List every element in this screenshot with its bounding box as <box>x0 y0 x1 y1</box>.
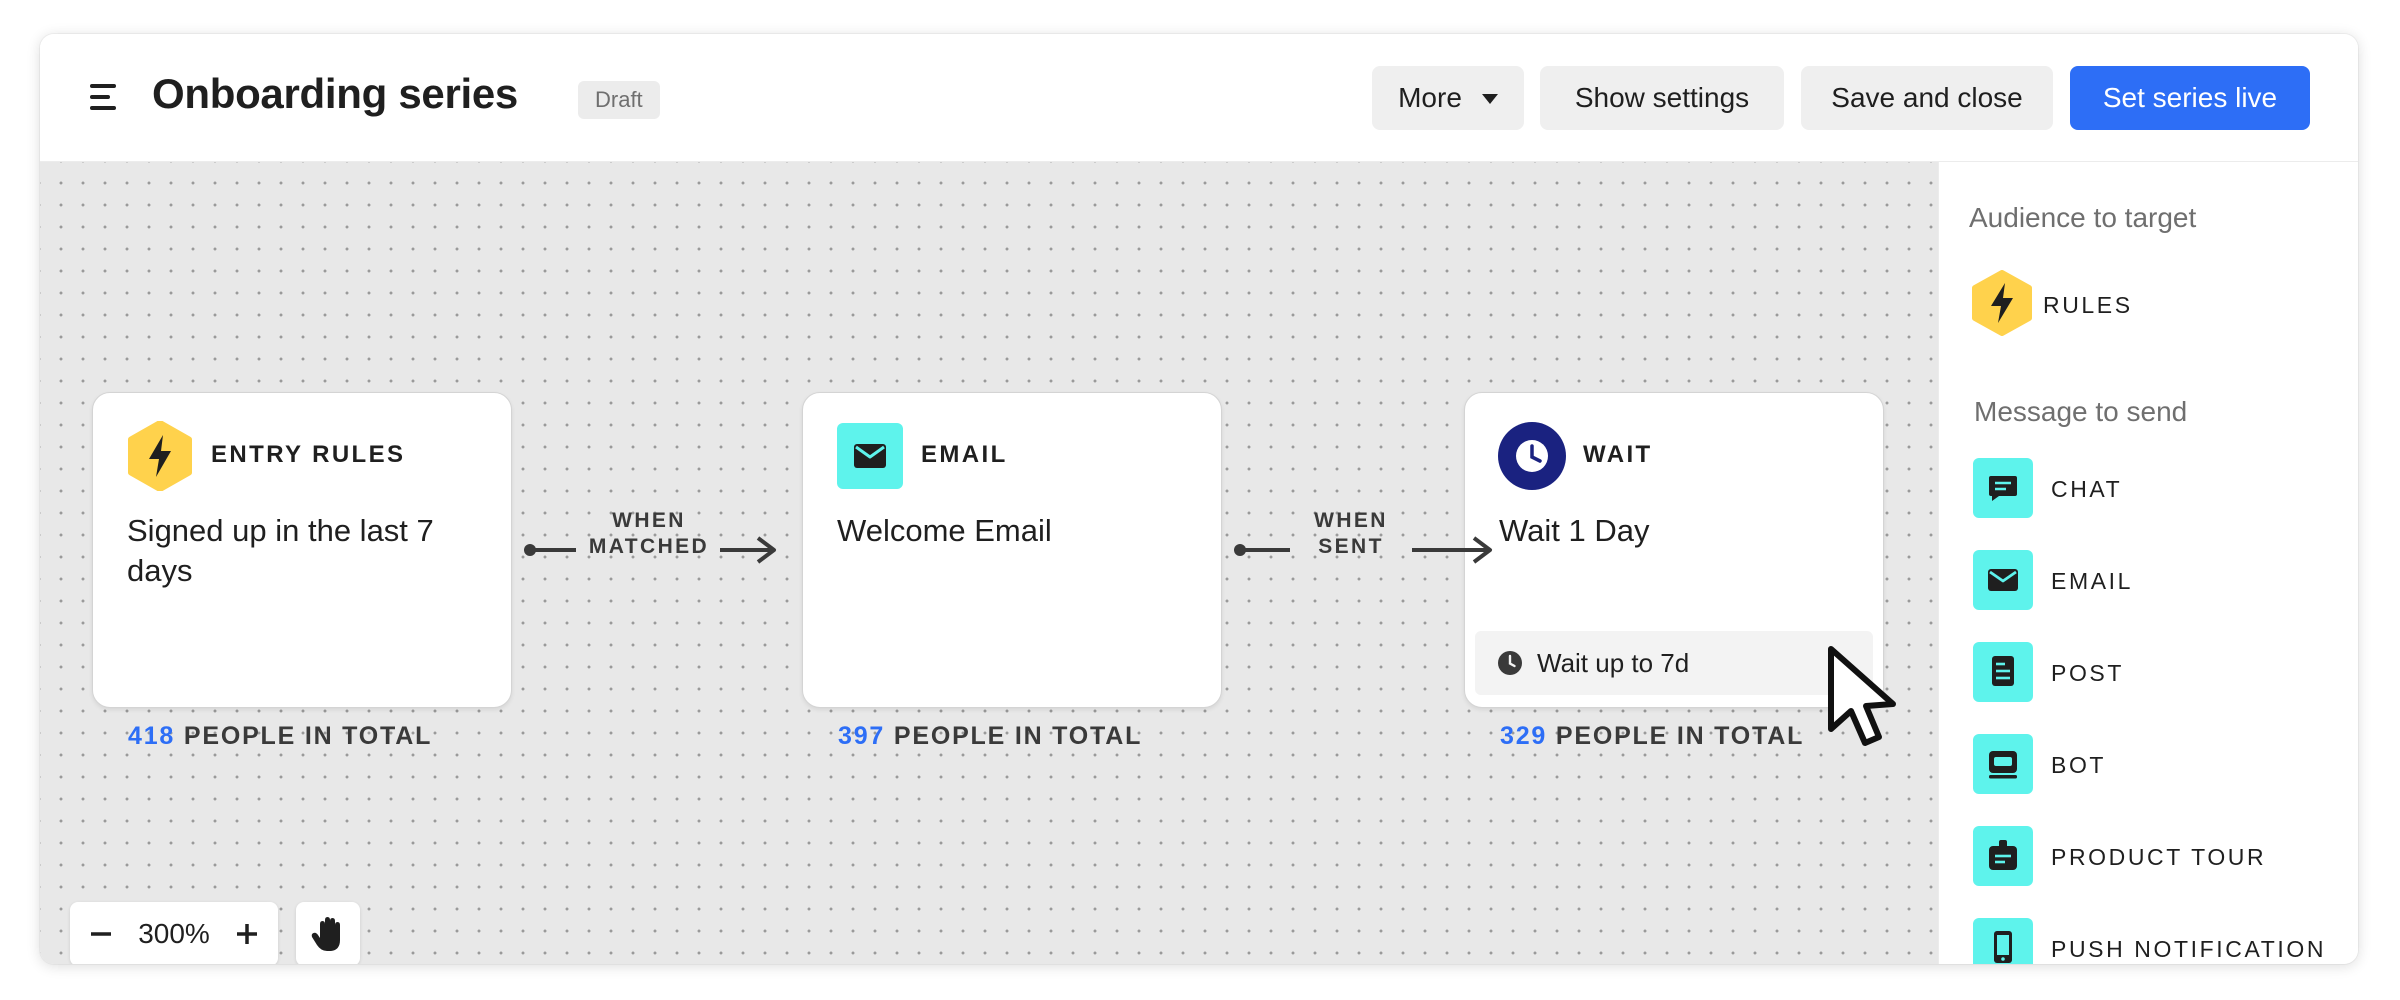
node-type-label: WAIT <box>1583 441 1653 468</box>
bot-icon <box>1973 734 2033 794</box>
series-canvas[interactable]: ENTRY RULES Signed up in the last 7 days… <box>40 162 1938 964</box>
envelope-icon <box>1973 550 2033 610</box>
zoom-in-button[interactable] <box>222 902 272 964</box>
node-email[interactable]: EMAIL Welcome Email <box>802 392 1222 708</box>
product-tour-icon-glyph <box>1989 840 2017 870</box>
people-count-label: PEOPLE IN TOTAL <box>183 722 433 750</box>
panel-item-label: BOT <box>2051 752 2107 778</box>
mobile-icon <box>1973 918 2033 964</box>
panel-item-label: RULES <box>2043 292 2133 318</box>
save-and-close-button[interactable]: Save and close <box>1801 66 2053 130</box>
connector-when-matched[interactable]: WHEN MATCHED <box>520 509 790 570</box>
show-settings-button[interactable]: Show settings <box>1540 66 1784 130</box>
panel-item-chat[interactable]: CHAT <box>1973 458 2333 520</box>
people-count: 397 PEOPLE IN TOTAL <box>838 722 1142 751</box>
page-title: Onboarding series <box>152 70 518 117</box>
panel-item-label: PUSH NOTIFICATION <box>2051 936 2327 962</box>
people-count: 329 PEOPLE IN TOTAL <box>1500 722 1804 751</box>
node-wait[interactable]: WAIT Wait 1 Day Wait up to 7d <box>1464 392 1884 708</box>
zoom-out-button[interactable] <box>76 902 126 964</box>
connector-label-line: MATCHED <box>588 535 710 558</box>
panel-item-bot[interactable]: BOT <box>1973 734 2333 796</box>
node-type-label: ENTRY RULES <box>211 441 406 468</box>
more-button[interactable]: More <box>1372 66 1524 130</box>
wait-limit-text: Wait up to 7d <box>1537 648 1690 678</box>
connector-label-line: SENT <box>1318 535 1384 558</box>
message-section-title: Message to send <box>1974 396 2188 427</box>
audience-section-title: Audience to target <box>1969 202 2197 233</box>
chat-icon-glyph <box>1989 476 2017 501</box>
clock-icon <box>1498 422 1566 490</box>
panel-item-label: EMAIL <box>2051 568 2134 594</box>
connector-when-sent[interactable]: WHEN SENT <box>1230 509 1500 570</box>
chat-icon <box>1973 458 2033 518</box>
pan-tool-button[interactable] <box>296 902 360 964</box>
top-bar: Onboarding series Draft More Show settin… <box>40 34 2358 162</box>
status-badge: Draft <box>578 81 660 119</box>
node-body-text: Wait 1 Day <box>1499 513 1650 548</box>
more-label: More <box>1398 82 1462 113</box>
people-count-label: PEOPLE IN TOTAL <box>1555 722 1805 750</box>
panel-item-email[interactable]: EMAIL <box>1973 550 2333 612</box>
wait-limit-chip: Wait up to 7d <box>1475 631 1873 695</box>
panel-item-label: PRODUCT TOUR <box>2051 844 2267 870</box>
mobile-icon-glyph <box>1994 931 2012 963</box>
app-window: Onboarding series Draft More Show settin… <box>40 34 2358 964</box>
people-count: 418 PEOPLE IN TOTAL <box>128 722 432 751</box>
node-entry-rules[interactable]: ENTRY RULES Signed up in the last 7 days <box>92 392 512 708</box>
connector-label: WHEN SENT <box>1271 508 1431 560</box>
post-icon-glyph <box>1992 656 2014 686</box>
minus-icon <box>91 932 111 936</box>
panel-item-rules[interactable]: RULES <box>1969 270 2329 336</box>
product-tour-icon <box>1973 826 2033 886</box>
mouse-cursor-icon <box>1828 646 1896 746</box>
people-count-number: 418 <box>128 722 176 750</box>
clock-icon <box>1498 651 1522 675</box>
zoom-level: 300% <box>138 918 210 949</box>
panel-item-push-notification[interactable]: PUSH NOTIFICATION <box>1973 918 2333 964</box>
node-type-label: EMAIL <box>921 441 1008 468</box>
node-body-text: Signed up in the last 7 days <box>127 513 434 588</box>
people-count-number: 329 <box>1500 722 1548 750</box>
bot-icon-glyph <box>1989 751 2017 779</box>
people-count-label: PEOPLE IN TOTAL <box>893 722 1143 750</box>
plus-icon <box>237 924 257 944</box>
node-body-text: Welcome Email <box>837 513 1052 548</box>
panel-item-label: POST <box>2051 660 2125 686</box>
lightning-icon <box>1972 270 2032 336</box>
people-count-number: 397 <box>838 722 886 750</box>
post-icon <box>1973 642 2033 702</box>
connector-label-line: WHEN <box>1314 509 1388 532</box>
set-series-live-button[interactable]: Set series live <box>2070 66 2310 130</box>
envelope-icon-glyph <box>1988 569 2018 591</box>
panel-item-product-tour[interactable]: PRODUCT TOUR <box>1973 826 2333 888</box>
hand-icon <box>311 917 340 951</box>
hamburger-menu-icon[interactable] <box>90 84 120 112</box>
connector-label-line: WHEN <box>612 509 686 532</box>
zoom-control: 300% <box>70 902 278 964</box>
panel-item-label: CHAT <box>2051 476 2123 502</box>
side-panel: Audience to target RULES Message to send… <box>1938 162 2358 964</box>
envelope-icon <box>837 423 903 489</box>
connector-label: WHEN MATCHED <box>569 508 729 560</box>
panel-item-post[interactable]: POST <box>1973 642 2333 704</box>
caret-down-icon <box>1481 94 1498 104</box>
lightning-icon <box>128 421 192 491</box>
